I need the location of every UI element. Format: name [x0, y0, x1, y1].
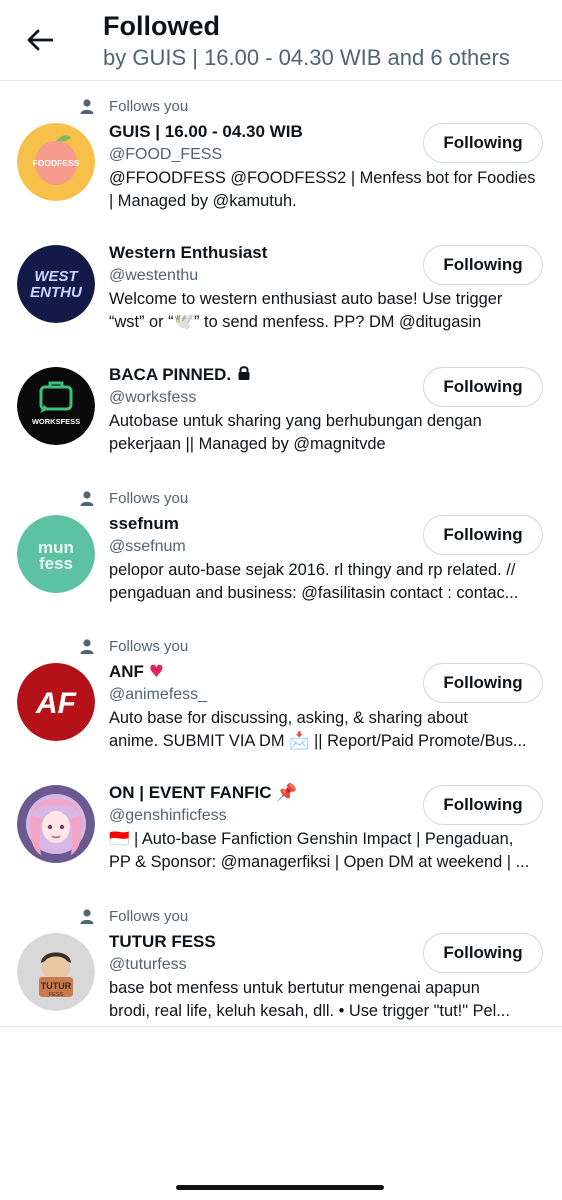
following-button[interactable]: Following	[423, 123, 543, 163]
user-handle: @tuturfess	[109, 956, 187, 973]
arrow-left-icon	[27, 29, 53, 51]
follows-you-indicator: Follows you	[79, 906, 188, 926]
following-button[interactable]: Following	[423, 785, 543, 825]
user-cell[interactable]: WEST ENTHU Western Enthusiast @westenthu…	[0, 229, 562, 351]
svg-text:WORKSFESS: WORKSFESS	[32, 417, 80, 426]
user-name-text: ON | EVENT FANFIC	[109, 783, 272, 802]
user-handle: @worksfess	[109, 389, 197, 406]
user-cell[interactable]: WORKSFESS BACA PINNED. @worksfess Autoba…	[0, 351, 562, 473]
following-button[interactable]: Following	[423, 933, 543, 973]
svg-text:ENTHU: ENTHU	[30, 284, 83, 301]
following-button[interactable]: Following	[423, 245, 543, 285]
heart-icon: ♥	[148, 662, 164, 682]
user-name-text: ANF	[109, 662, 144, 681]
user-bio: Autobase untuk sharing yang berhubungan …	[109, 412, 482, 453]
user-handle: @westenthu	[109, 267, 199, 284]
avatar[interactable]: WEST ENTHU	[17, 245, 95, 323]
user-cell[interactable]: Follows you TUTUR FESS TUTUR FESS @tutur…	[0, 891, 562, 1027]
svg-text:FESS: FESS	[49, 992, 64, 998]
user-bio: 🇮🇩 | Auto-base Fanfiction Genshin Impact…	[109, 830, 530, 871]
avatar[interactable]: WORKSFESS	[17, 367, 95, 445]
svg-text:AF: AF	[35, 687, 77, 720]
user-bio: pelopor auto-base sejak 2016. rl thingy …	[109, 561, 519, 602]
person-icon	[80, 99, 94, 114]
page-subtitle: by GUIS | 16.00 - 04.30 WIB and 6 others	[103, 45, 510, 70]
user-name: ON | EVENT FANFIC 📌	[109, 782, 297, 804]
user-bio: Welcome to western enthusiast auto base!…	[109, 290, 503, 331]
page-title: Followed	[103, 11, 220, 41]
top-app-bar: Followed by GUIS | 16.00 - 04.30 WIB and…	[0, 0, 562, 81]
pushpin-icon: 📌	[276, 783, 298, 803]
avatar[interactable]: TUTUR FESS	[17, 933, 95, 1011]
user-name-text: BACA PINNED.	[109, 365, 232, 384]
user-name: ANF ♥	[109, 661, 164, 683]
user-handle: @genshinficfess	[109, 807, 227, 824]
follows-you-label: Follows you	[109, 97, 189, 115]
anf-logo: AF	[17, 663, 95, 741]
user-name: BACA PINNED.	[109, 364, 251, 386]
user-cell[interactable]: ON | EVENT FANFIC 📌 @genshinficfess 🇮🇩 |…	[0, 769, 562, 891]
tutur-fess-logo: TUTUR FESS	[17, 933, 95, 1011]
lock-icon	[238, 366, 250, 380]
user-handle: @FOOD_FESS	[109, 146, 223, 163]
home-indicator[interactable]	[176, 1185, 384, 1190]
back-button[interactable]	[22, 22, 58, 58]
user-cell[interactable]: Follows you AF ANF ♥ @animefess_ Auto ba…	[0, 621, 562, 769]
food-fess-logo: FOODFESS	[17, 123, 95, 201]
svg-text:fess: fess	[39, 554, 73, 573]
following-button[interactable]: Following	[423, 663, 543, 703]
following-button[interactable]: Following	[423, 367, 543, 407]
user-cell[interactable]: Follows you FOODFESS GUIS | 16.00 - 04.3…	[0, 81, 562, 229]
following-button[interactable]: Following	[423, 515, 543, 555]
genshin-character-avatar	[17, 785, 95, 863]
worksfess-logo: WORKSFESS	[17, 367, 95, 445]
user-bio: @FFOODFESS @FOODFESS2 | Menfess bot for …	[109, 169, 536, 210]
follows-you-label: Follows you	[109, 489, 189, 507]
avatar[interactable]: mun fess	[17, 515, 95, 593]
munfess-logo: mun fess	[17, 515, 95, 593]
follows-you-indicator: Follows you	[79, 636, 188, 656]
user-handle: @animefess_	[109, 686, 208, 703]
user-bio: base bot menfess untuk bertutur mengenai…	[109, 979, 510, 1020]
user-name: Western Enthusiast	[109, 243, 268, 262]
west-enthu-logo: WEST ENTHU	[17, 245, 95, 323]
user-handle: @ssefnum	[109, 538, 186, 555]
user-name: TUTUR FESS	[109, 932, 216, 951]
follows-you-label: Follows you	[109, 907, 189, 925]
svg-text:WEST: WEST	[34, 268, 79, 285]
avatar[interactable]: FOODFESS	[17, 123, 95, 201]
svg-text:FOODFESS: FOODFESS	[33, 158, 80, 168]
person-icon	[80, 909, 94, 924]
user-cell[interactable]: Follows you mun fess ssefnum @ssefnum pe…	[0, 473, 562, 621]
user-name: ssefnum	[109, 514, 179, 533]
user-bio: Auto base for discussing, asking, & shar…	[109, 709, 527, 750]
follows-you-indicator: Follows you	[79, 96, 188, 116]
avatar[interactable]: AF	[17, 663, 95, 741]
user-list: Follows you FOODFESS GUIS | 16.00 - 04.3…	[0, 81, 562, 1027]
follows-you-label: Follows you	[109, 637, 189, 655]
person-icon	[80, 491, 94, 506]
avatar[interactable]	[17, 785, 95, 863]
user-name: GUIS | 16.00 - 04.30 WIB	[109, 122, 303, 141]
person-icon	[80, 639, 94, 654]
svg-text:TUTUR: TUTUR	[41, 981, 72, 991]
follows-you-indicator: Follows you	[79, 488, 188, 508]
